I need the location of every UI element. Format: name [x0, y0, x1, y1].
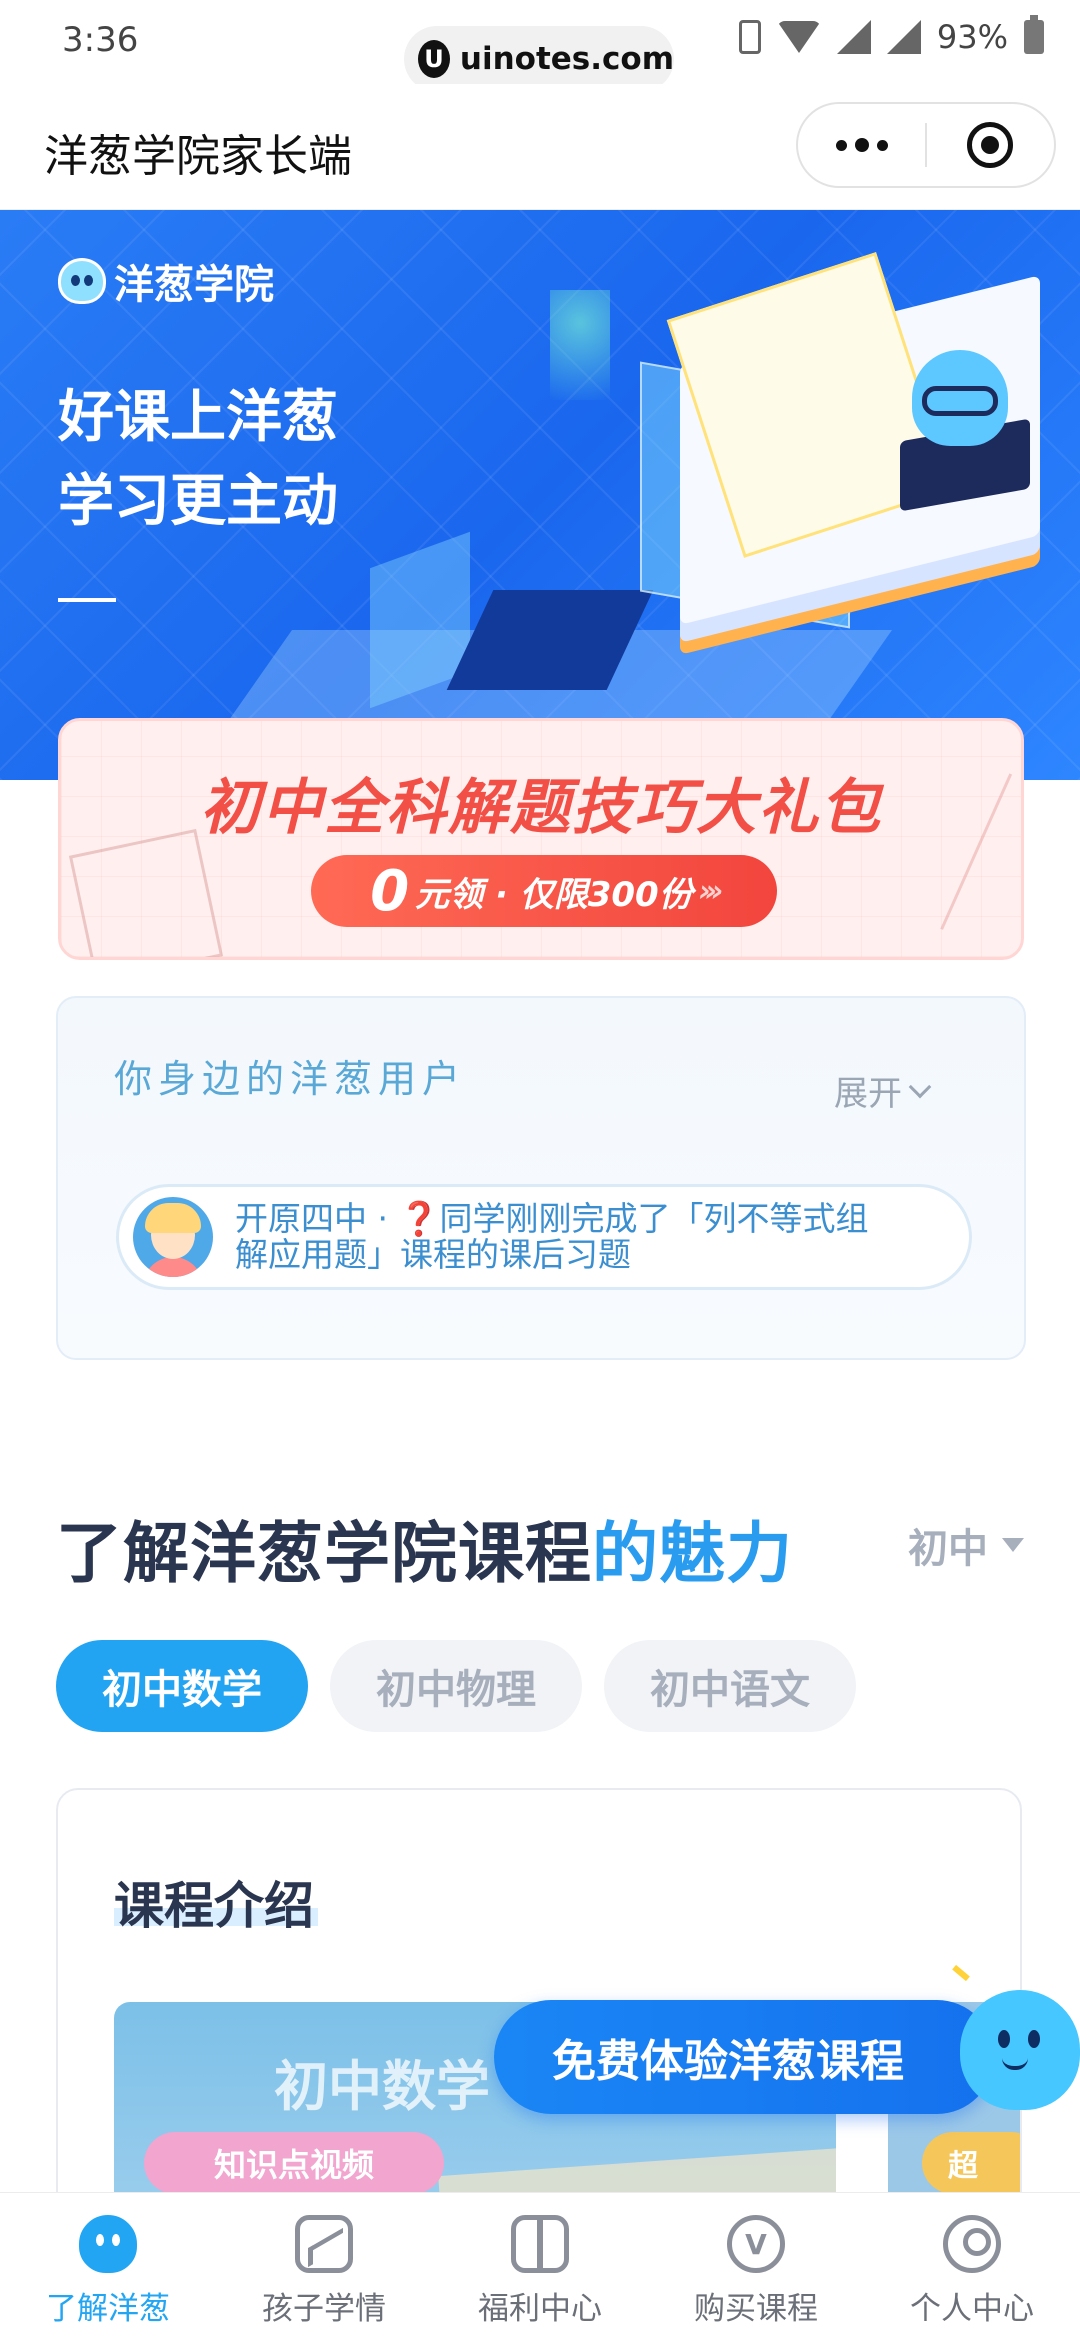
section-title-accent: 的魅力: [592, 1515, 793, 1592]
avatar: [133, 1197, 213, 1277]
tab-math[interactable]: 初中数学: [56, 1640, 308, 1732]
tabbar-item-buy[interactable]: 购买课程: [648, 2193, 864, 2340]
promo-card[interactable]: 初中全科解题技巧大礼包 0 元领 · 仅限300份 ›››: [58, 718, 1024, 960]
v-badge-icon: [727, 2215, 785, 2273]
tab-physics[interactable]: 初中物理: [330, 1640, 582, 1732]
knowledge-video-tag: 知识点视频: [144, 2132, 444, 2194]
bottom-tab-bar: 了解洋葱 孩子学情 福利中心 购买课程 个人中心: [0, 2192, 1080, 2340]
thumbnail-title: 初中数学: [274, 2055, 490, 2118]
more-dot-icon: [835, 139, 847, 151]
page-title: 洋葱学院家长端: [44, 131, 352, 182]
hero-slogan: 好课上洋葱 学习更主动: [58, 376, 338, 544]
nav-bar: 洋葱学院家长端: [0, 84, 1080, 210]
chevron-down-icon: [908, 1075, 932, 1098]
brand-logo-text: 洋葱学院: [114, 262, 274, 308]
target-icon: [967, 122, 1014, 168]
battery-icon: [1024, 15, 1044, 54]
status-icons: 93%: [738, 15, 1044, 56]
triangle-down-icon: [1002, 1538, 1024, 1552]
expand-button[interactable]: 展开: [834, 1066, 932, 1115]
free-trial-button[interactable]: 免费体验洋葱课程: [494, 2000, 994, 2114]
promo-decoration: [68, 828, 224, 957]
url-pill: U uinotes.com: [404, 26, 674, 92]
chart-icon: [295, 2215, 353, 2273]
tabbar-label: 购买课程: [694, 2291, 818, 2327]
tab-chinese[interactable]: 初中语文: [604, 1640, 856, 1732]
nearby-users-card: 你身边的洋葱用户 展开 开原四中 · ❓同学刚刚完成了「列不等式组解应用题」课程…: [56, 996, 1026, 1360]
subject-tabs: 初中数学 初中物理 初中语文: [56, 1640, 856, 1732]
wifi-icon: [776, 21, 821, 53]
vibrate-icon: [738, 20, 761, 54]
hero-dash-divider: [58, 598, 116, 602]
brand-logo: 洋葱学院: [58, 252, 274, 310]
claim-gift-button[interactable]: 0 元领 · 仅限300份 ›››: [311, 855, 777, 927]
course-intro-title: 课程介绍: [114, 1877, 314, 1935]
glasses-illustration: [922, 386, 998, 416]
chevron-right-icon: ›››: [698, 873, 724, 909]
promo-button-label: 元领 · 仅限300份: [415, 874, 693, 915]
tabbar-item-about[interactable]: 了解洋葱: [0, 2193, 216, 2340]
section-title: 了解洋葱学院课程的魅力: [56, 1500, 793, 1596]
signal-icon-2: [886, 20, 921, 54]
tabbar-label: 了解洋葱: [46, 2291, 170, 2327]
promo-title: 初中全科解题技巧大礼包: [200, 773, 882, 843]
battery-percent: 93%: [936, 18, 1008, 56]
status-bar: 3:36 U uinotes.com 93%: [0, 0, 1080, 92]
gift-icon: [511, 2215, 569, 2273]
section-title-main: 了解洋葱学院课程: [56, 1515, 592, 1592]
more-button[interactable]: [798, 104, 925, 186]
more-dot-icon: [876, 139, 888, 151]
tabbar-item-profile[interactable]: 个人中心: [864, 2193, 1080, 2340]
grade-dropdown-value: 初中: [908, 1526, 988, 1572]
tabbar-label: 孩子学情: [262, 2291, 386, 2327]
signal-icon: [836, 20, 871, 54]
miniprogram-capsule: [796, 102, 1056, 188]
tabbar-item-welfare[interactable]: 福利中心: [432, 2193, 648, 2340]
illustration-orb: [550, 290, 610, 400]
next-thumbnail-tag: 超: [922, 2132, 1020, 2194]
status-time: 3:36: [62, 20, 139, 60]
slogan-line-2: 学习更主动: [58, 469, 338, 534]
onion-logo-icon: [58, 258, 106, 304]
more-dot-icon: [854, 138, 869, 152]
tabbar-label: 个人中心: [910, 2291, 1034, 2327]
notification-text: 开原四中 · ❓同学刚刚完成了「列不等式组解应用题」课程的课后习题: [235, 1199, 869, 1274]
grade-dropdown[interactable]: 初中: [908, 1516, 1024, 1574]
person-icon: [943, 2215, 1001, 2273]
tabbar-item-learning[interactable]: 孩子学情: [216, 2193, 432, 2340]
onion-mascot-icon: [79, 2215, 137, 2273]
tabbar-label: 福利中心: [478, 2291, 602, 2327]
nearby-users-title: 你身边的洋葱用户: [114, 1057, 467, 1101]
close-miniprogram-button[interactable]: [927, 104, 1054, 186]
activity-notification: 开原四中 · ❓同学刚刚完成了「列不等式组解应用题」课程的课后习题: [116, 1184, 972, 1290]
expand-label: 展开: [834, 1074, 902, 1114]
promo-price: 0: [370, 858, 410, 924]
site-logo-icon: U: [418, 40, 450, 78]
hero-banner: 洋葱学院 好课上洋葱 学习更主动: [0, 210, 1080, 780]
slogan-line-1: 好课上洋葱: [58, 385, 338, 450]
url-text: uinotes.com: [459, 41, 674, 77]
mascot-icon: [952, 1964, 1080, 2120]
